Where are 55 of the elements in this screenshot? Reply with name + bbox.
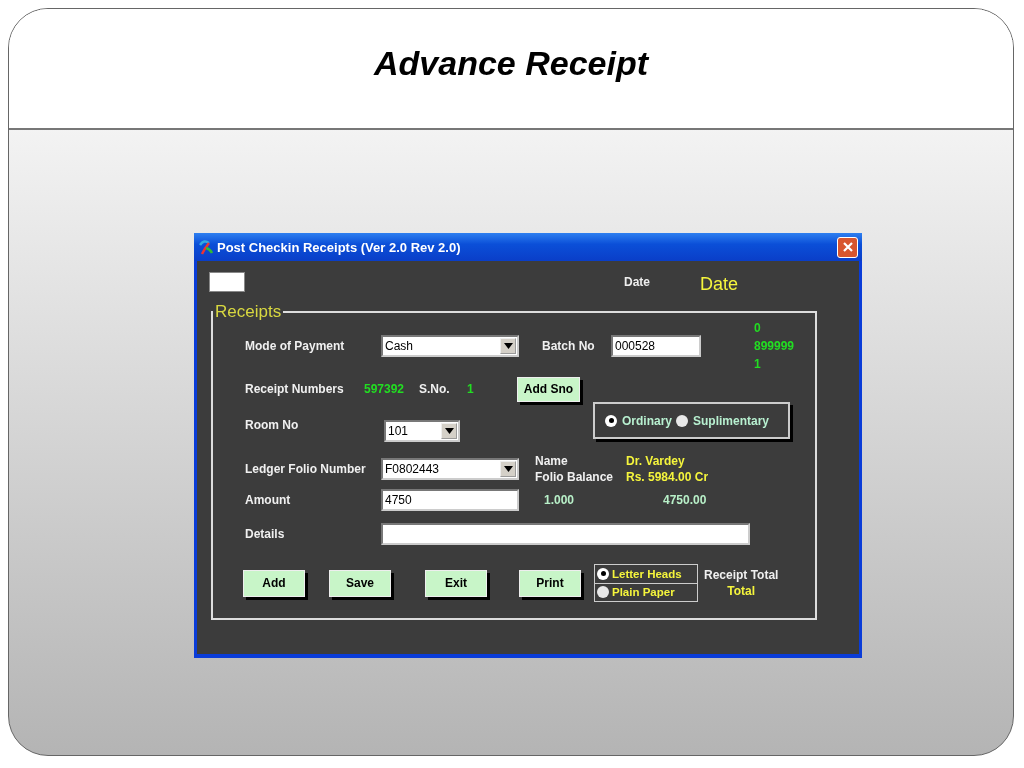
serial-number: 1 [467, 382, 475, 396]
caret-icon [503, 466, 513, 472]
radio-label: Letter Heads [612, 567, 682, 580]
close-button[interactable] [837, 236, 858, 258]
action-button[interactable]: Exit [425, 569, 487, 597]
date-value: Date [700, 273, 739, 295]
field-label: Ledger Folio Number [245, 462, 367, 476]
counter-value: 899999 [754, 338, 795, 355]
date-label: Date [624, 275, 651, 289]
rate-value: 1.000 [544, 493, 576, 507]
field-label: Folio Balance [535, 469, 615, 485]
action-button[interactable]: Save [329, 569, 391, 597]
input-field[interactable] [209, 272, 245, 292]
caret-icon [503, 343, 513, 349]
radio-button[interactable] [597, 586, 609, 599]
field-label: Receipt Numbers [245, 382, 345, 396]
slide-title: Advance Receipt [374, 44, 648, 83]
close-icon [842, 242, 853, 252]
radio-button[interactable] [676, 414, 688, 427]
field-label: Room No [245, 418, 300, 432]
dropdown-button[interactable] [441, 423, 457, 439]
dropdown-button[interactable] [500, 461, 516, 477]
action-button[interactable]: Print [519, 569, 581, 597]
window-title: Post Checkin Receipts (Ver 2.0 Rev 2.0) [217, 239, 462, 255]
counter-value: 0 [754, 320, 762, 337]
caret-icon [444, 428, 454, 434]
group-title: Receipts [214, 302, 283, 322]
field-label: Name [535, 453, 569, 469]
field-label: Details [245, 527, 286, 541]
app-icon [198, 239, 214, 255]
details-field[interactable] [381, 523, 750, 545]
computed-amount: 4750.00 [663, 493, 707, 507]
radio-label: Plain Paper [612, 586, 675, 599]
field-label: Mode of Payment [245, 339, 346, 353]
radio-label: Suplimentary [693, 413, 770, 428]
name-value: Dr. Vardey [626, 453, 686, 469]
payment-mode-dropdown[interactable]: Cash [381, 335, 519, 357]
batch-no-field[interactable]: 000528 [611, 335, 701, 357]
radio-button[interactable] [597, 567, 609, 580]
amount-field[interactable]: 4750 [381, 489, 519, 511]
receipt-total-value: Total [727, 583, 756, 599]
radio-button[interactable] [605, 414, 617, 427]
field-label: Amount [245, 493, 292, 507]
room-no-dropdown[interactable]: 101 [384, 420, 460, 442]
field-label: Batch No [542, 339, 596, 353]
folio-balance-value: Rs. 5984.00 Cr [626, 469, 709, 485]
ledger-folio-dropdown[interactable]: F0802443 [381, 458, 519, 480]
radio-label: Ordinary [622, 413, 672, 428]
receipt-number: 597392 [364, 382, 406, 396]
dropdown-button[interactable] [500, 338, 516, 354]
counter-value: 1 [754, 356, 762, 373]
receipt-total-label: Receipt Total [704, 567, 779, 583]
field-label: S.No. [419, 382, 451, 396]
action-button[interactable]: Add [243, 569, 305, 597]
add-sno-button[interactable]: Add Sno [517, 376, 580, 402]
